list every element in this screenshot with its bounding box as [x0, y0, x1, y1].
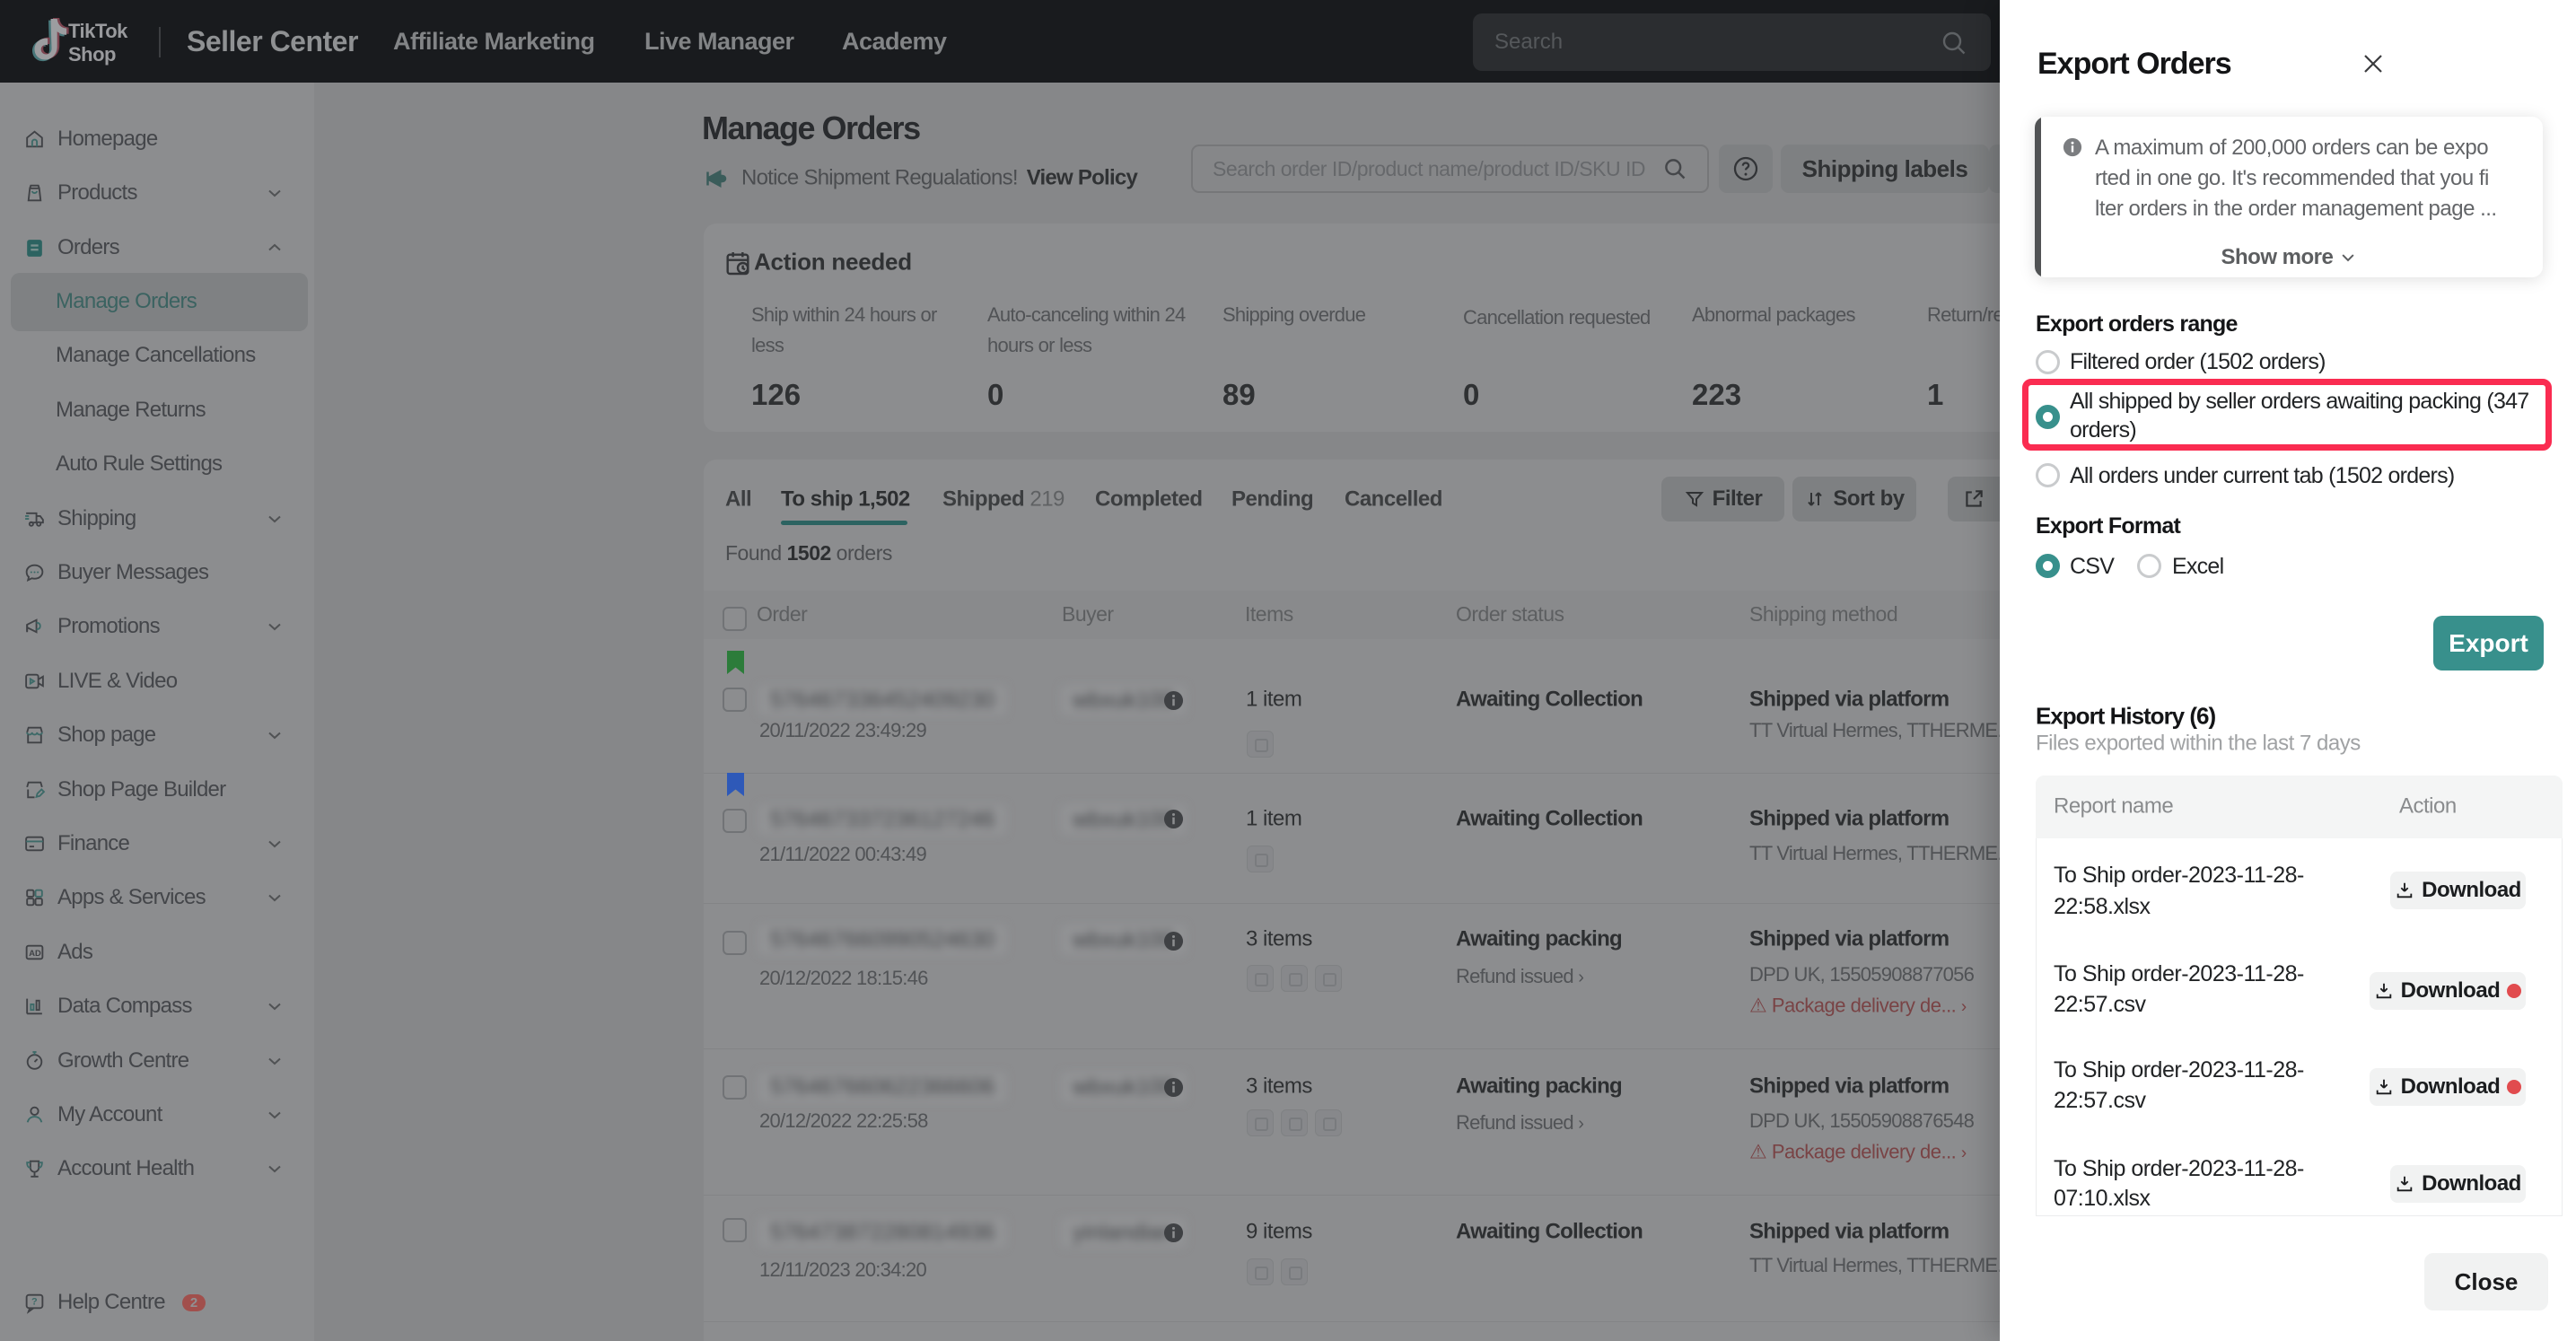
svg-text:Shop: Shop — [68, 43, 116, 66]
svg-text:TikTok: TikTok — [68, 20, 128, 42]
svg-text:?: ? — [31, 1297, 38, 1308]
svg-text:AD: AD — [29, 949, 41, 958]
